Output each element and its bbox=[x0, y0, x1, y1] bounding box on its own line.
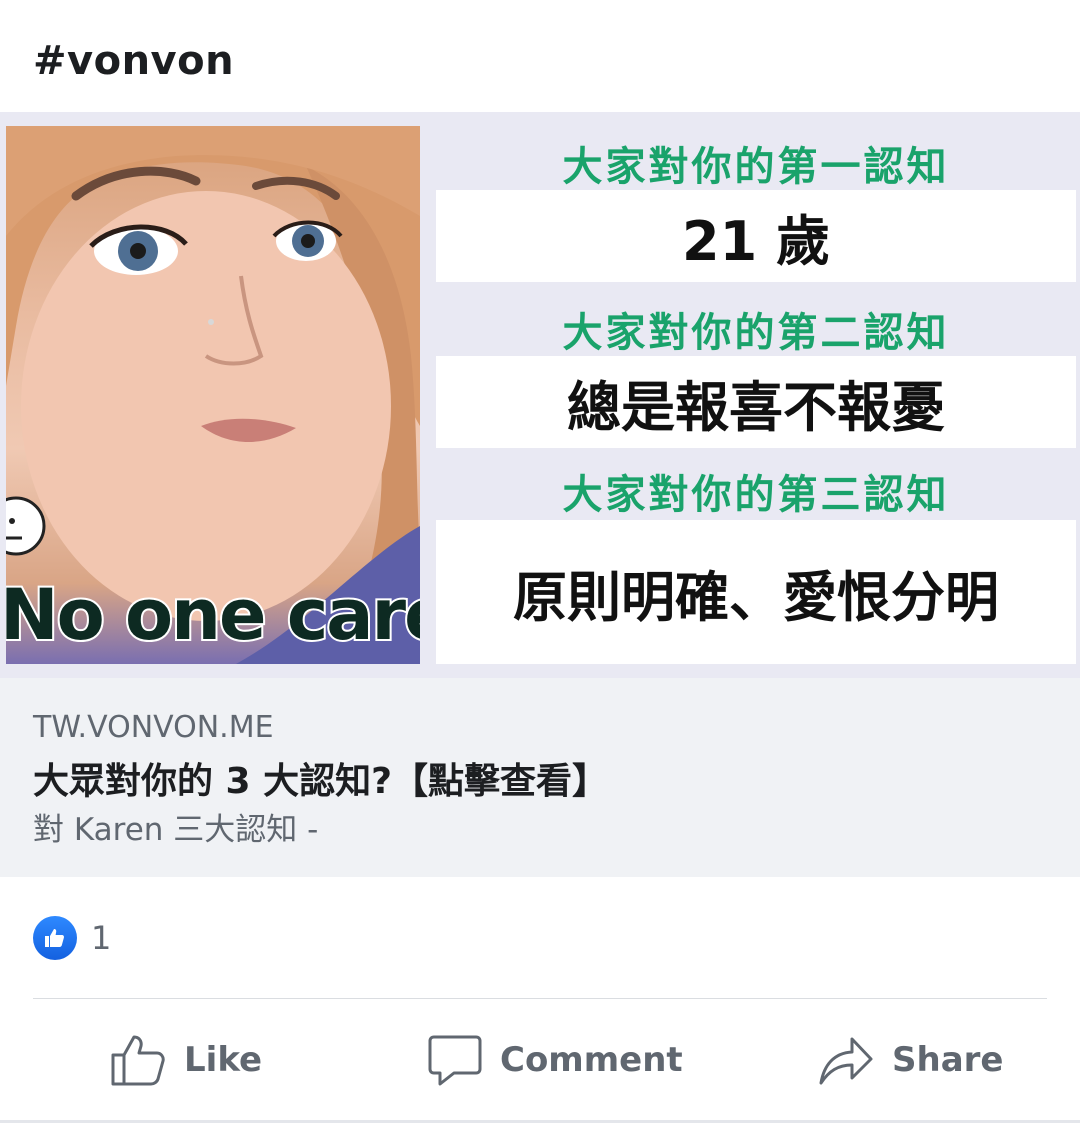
second-perception-answer: 總是報喜不報憂 bbox=[436, 356, 1076, 448]
share-label: Share bbox=[892, 1040, 1004, 1080]
photo-caption-text: No one care bbox=[6, 572, 420, 658]
comment-button[interactable]: Comment bbox=[428, 1022, 683, 1098]
quiz-result-photo: No one care bbox=[6, 126, 420, 664]
first-perception-answer: 21 歲 bbox=[436, 190, 1076, 282]
reaction-summary[interactable]: 1 bbox=[33, 916, 111, 960]
post-hashtag-link[interactable]: #vonvon bbox=[33, 38, 234, 84]
post-action-bar: Like Comment Share bbox=[0, 1022, 1080, 1098]
share-button[interactable]: Share bbox=[818, 1022, 1003, 1098]
first-perception-heading: 大家對你的第一認知 bbox=[562, 144, 950, 190]
comment-bubble-icon bbox=[428, 1035, 482, 1086]
thumbs-up-icon bbox=[111, 1035, 165, 1086]
link-description: 對 Karen 三大認知 - bbox=[33, 812, 319, 848]
like-icon bbox=[33, 916, 77, 960]
link-title[interactable]: 大眾對你的 3 大認知?【點擊查看】 bbox=[33, 752, 608, 804]
like-label: Like bbox=[184, 1040, 263, 1080]
comment-label: Comment bbox=[500, 1040, 683, 1080]
reaction-count: 1 bbox=[91, 919, 112, 957]
second-perception-heading: 大家對你的第二認知 bbox=[562, 310, 950, 356]
third-perception-heading: 大家對你的第三認知 bbox=[562, 472, 950, 518]
divider bbox=[33, 998, 1047, 999]
link-domain: TW.VONVON.ME bbox=[33, 710, 274, 745]
share-arrow-icon bbox=[819, 1037, 873, 1085]
link-preview-image[interactable]: No one care 大家對你的第一認知 21 歲 大家對你的第二認知 總是報… bbox=[0, 112, 1080, 678]
third-perception-answer: 原則明確、愛恨分明 bbox=[436, 520, 1076, 664]
like-button[interactable]: Like bbox=[110, 1022, 262, 1098]
link-preview-card[interactable]: No one care 大家對你的第一認知 21 歲 大家對你的第二認知 總是報… bbox=[0, 112, 1080, 877]
